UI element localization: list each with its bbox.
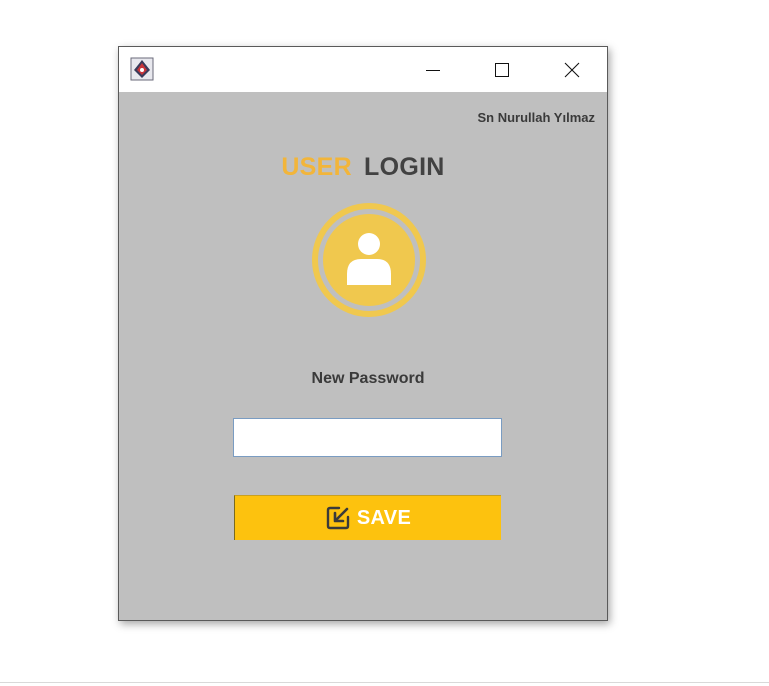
title-login-part: LOGIN xyxy=(364,153,445,181)
minimize-icon xyxy=(426,69,440,71)
edit-square-icon xyxy=(326,506,350,530)
close-button[interactable] xyxy=(537,47,607,92)
page-divider xyxy=(0,682,769,683)
save-button-label: SAVE xyxy=(356,506,412,529)
maximize-icon xyxy=(495,62,509,77)
java-app-icon[interactable] xyxy=(130,57,154,81)
new-password-label: New Password xyxy=(311,370,425,387)
minimize-button[interactable] xyxy=(398,47,468,92)
save-button[interactable]: SAVE xyxy=(234,495,501,540)
window-titlebar[interactable] xyxy=(119,47,607,92)
title-user-part: USER xyxy=(281,153,352,181)
login-window: Sn Nurullah Yılmaz USER LOGIN New Passwor… xyxy=(118,46,608,621)
new-password-input[interactable] xyxy=(233,418,502,457)
page-title: USER LOGIN xyxy=(119,153,607,182)
maximize-button[interactable] xyxy=(467,47,537,92)
close-icon xyxy=(564,62,580,77)
logged-user-name: Sn Nurullah Yılmaz xyxy=(477,110,595,125)
user-avatar-icon xyxy=(311,202,427,318)
